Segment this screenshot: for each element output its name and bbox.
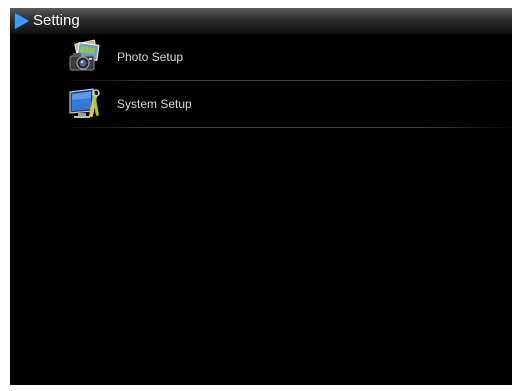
page-title: Setting bbox=[33, 12, 80, 29]
monitor-tools-icon bbox=[69, 88, 100, 118]
menu-item-photo-setup[interactable]: Photo Setup bbox=[55, 34, 512, 80]
menu-item-label: Photo Setup bbox=[117, 50, 184, 64]
divider bbox=[70, 127, 510, 128]
title-arrow-icon bbox=[15, 13, 29, 29]
title-bar: Setting bbox=[10, 8, 512, 34]
menu-item-system-setup[interactable]: System Setup bbox=[55, 81, 512, 127]
photo-camera-icon bbox=[69, 39, 100, 71]
settings-screen: Setting Photo Setup System Setup bbox=[10, 8, 512, 385]
menu-item-label: System Setup bbox=[117, 97, 192, 111]
